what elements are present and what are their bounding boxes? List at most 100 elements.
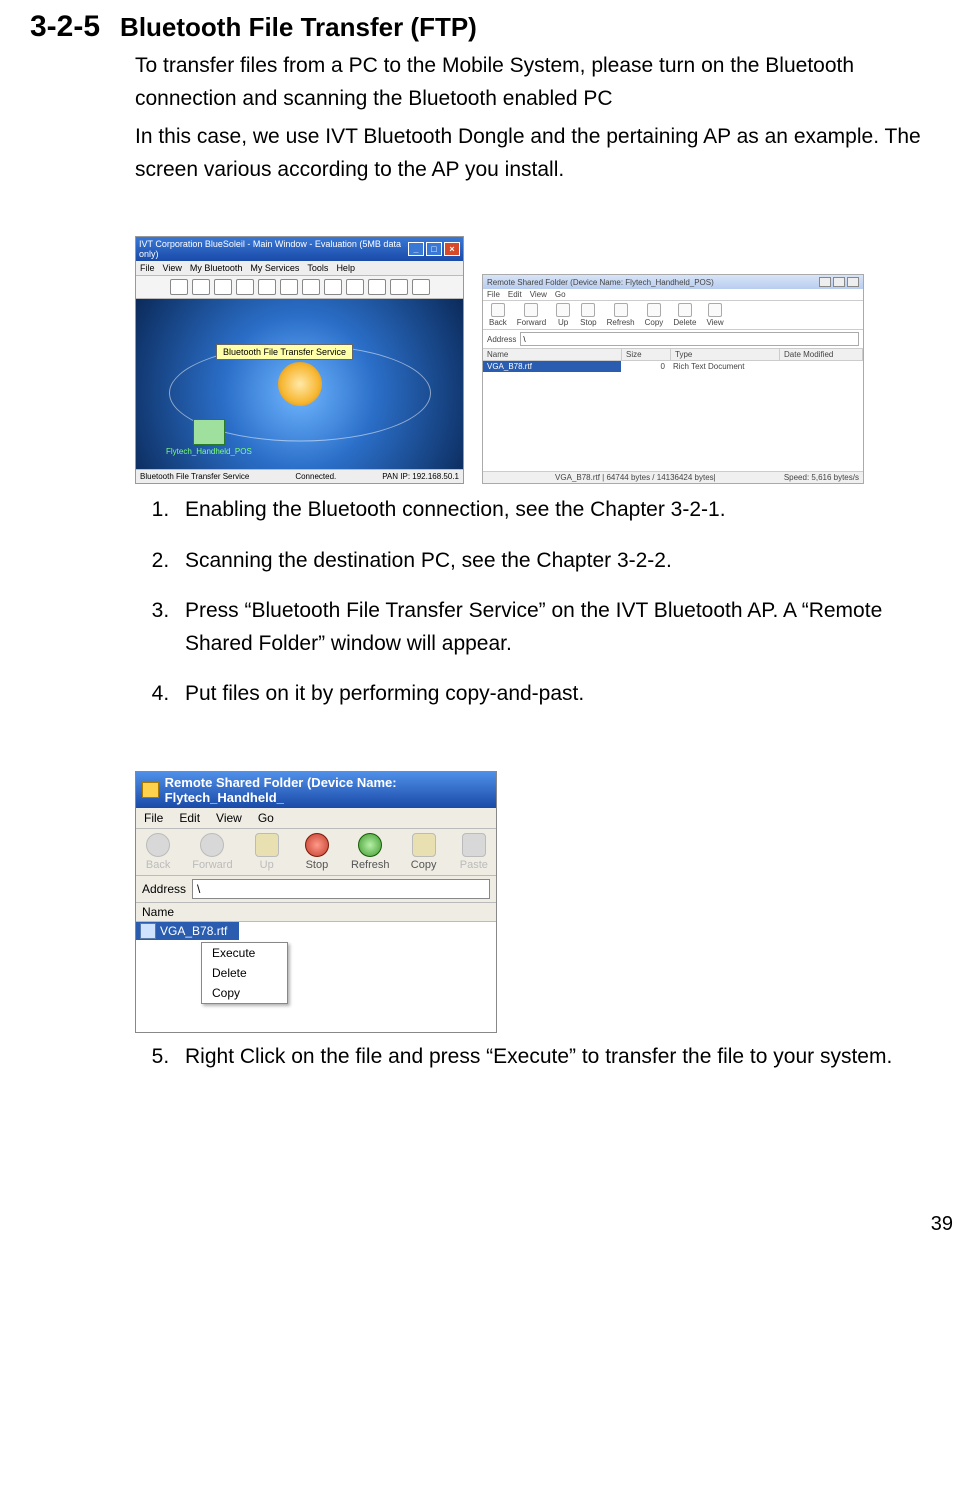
tb-copy[interactable]: Copy [408, 833, 440, 871]
fig1-statusbar: Bluetooth File Transfer Service Connecte… [136, 469, 463, 483]
tb-copy[interactable]: Copy [645, 303, 664, 327]
fig3-addressbar: Address [136, 876, 496, 903]
tb-view[interactable]: View [706, 303, 723, 327]
fig3-title: Remote Shared Folder (Device Name: Flyte… [165, 775, 490, 805]
device-node[interactable]: Flytech_Handheld_POS [166, 419, 252, 456]
service-icon[interactable] [214, 279, 232, 295]
tb-stop[interactable]: Stop [580, 303, 596, 327]
menu-go[interactable]: Go [555, 290, 566, 299]
tb-back[interactable]: Back [489, 303, 507, 327]
status-mid: VGA_B78.rtf | 64744 bytes / 14136424 byt… [555, 473, 716, 482]
steps-list-b: Right Click on the file and press “Execu… [135, 1041, 923, 1074]
menu-edit[interactable]: Edit [508, 290, 522, 299]
menu-file[interactable]: File [140, 263, 155, 273]
tb-up[interactable]: Up [556, 303, 570, 327]
page-number: 39 [30, 1213, 953, 1236]
menu-view[interactable]: View [530, 290, 547, 299]
address-input[interactable] [192, 879, 490, 899]
table-row[interactable]: VGA_B78.rtf [136, 922, 239, 940]
maximize-icon[interactable] [833, 277, 845, 287]
tooltip-file-transfer: Bluetooth File Transfer Service [216, 344, 353, 360]
status-service: Bluetooth File Transfer Service [140, 472, 249, 481]
steps-list-a: Enabling the Bluetooth connection, see t… [135, 494, 923, 711]
tb-refresh[interactable]: Refresh [351, 833, 390, 871]
tb-forward[interactable]: Forward [517, 303, 546, 327]
menu-go[interactable]: Go [258, 811, 274, 825]
fig1-titlebar: IVT Corporation BlueSoleil - Main Window… [136, 237, 463, 261]
service-icon[interactable] [302, 279, 320, 295]
service-icon[interactable] [412, 279, 430, 295]
cell-type: Rich Text Document [669, 361, 777, 372]
menu-file[interactable]: File [144, 811, 163, 825]
list-item: Put files on it by performing copy-and-p… [175, 678, 923, 711]
central-device-icon[interactable] [278, 362, 322, 406]
service-icon[interactable] [236, 279, 254, 295]
tb-stop[interactable]: Stop [301, 833, 333, 871]
service-icon[interactable] [324, 279, 342, 295]
close-icon[interactable]: × [444, 242, 460, 256]
col-name[interactable]: Name [136, 903, 496, 922]
col-name[interactable]: Name [483, 349, 622, 360]
menu-view[interactable]: View [163, 263, 182, 273]
tb-forward: Forward [192, 833, 232, 871]
menu-my-services[interactable]: My Services [250, 263, 299, 273]
tb-delete[interactable]: Delete [673, 303, 696, 327]
minimize-icon[interactable]: _ [408, 242, 424, 256]
fig2-toolbar: Back Forward Up Stop Refresh Copy Delete… [483, 301, 863, 330]
fig1-window-buttons: _ □ × [408, 242, 460, 256]
service-icon[interactable] [346, 279, 364, 295]
service-icon[interactable] [368, 279, 386, 295]
tb-refresh[interactable]: Refresh [607, 303, 635, 327]
menu-help[interactable]: Help [336, 263, 355, 273]
col-date[interactable]: Date Modified [780, 349, 863, 360]
status-connected: Connected. [295, 472, 336, 481]
context-delete[interactable]: Delete [202, 963, 287, 983]
address-label: Address [487, 335, 516, 344]
tb-label: Refresh [351, 859, 390, 871]
device-label: Flytech_Handheld_POS [166, 447, 252, 456]
fig1-toolbar [136, 276, 463, 299]
fig3-menubar: File Edit View Go [136, 808, 496, 829]
fig2-addressbar: Address [483, 330, 863, 349]
fig1-canvas: Bluetooth File Transfer Service Flytech_… [136, 299, 463, 469]
col-size[interactable]: Size [622, 349, 671, 360]
menu-edit[interactable]: Edit [179, 811, 200, 825]
menu-view[interactable]: View [216, 811, 242, 825]
stop-icon [305, 833, 329, 857]
tb-label: Up [260, 859, 274, 871]
cell-name: VGA_B78.rtf [160, 924, 227, 938]
fig3-toolbar: Back Forward Up Stop Refresh Copy Paste [136, 829, 496, 876]
fig2-file-list: VGA_B78.rtf 0 Rich Text Document [483, 361, 863, 471]
tb-label: Back [146, 859, 170, 871]
service-icon[interactable] [280, 279, 298, 295]
fig1-menubar: File View My Bluetooth My Services Tools… [136, 261, 463, 276]
col-type[interactable]: Type [671, 349, 780, 360]
forward-icon [200, 833, 224, 857]
section-number: 3-2-5 [30, 10, 100, 44]
context-copy[interactable]: Copy [202, 983, 287, 1003]
tb-back: Back [142, 833, 174, 871]
minimize-icon[interactable] [819, 277, 831, 287]
menu-tools[interactable]: Tools [307, 263, 328, 273]
refresh-icon [358, 833, 382, 857]
file-icon [140, 923, 156, 939]
table-row[interactable]: VGA_B78.rtf 0 Rich Text Document [483, 361, 863, 372]
context-execute[interactable]: Execute [202, 943, 287, 963]
list-item: Enabling the Bluetooth connection, see t… [175, 494, 923, 527]
fig2-statusbar: VGA_B78.rtf | 64744 bytes / 14136424 byt… [483, 471, 863, 483]
service-icon[interactable] [192, 279, 210, 295]
menu-my-bluetooth[interactable]: My Bluetooth [190, 263, 243, 273]
cell-size: 0 [621, 361, 669, 372]
close-icon[interactable] [847, 277, 859, 287]
address-input[interactable] [520, 332, 859, 346]
service-icon[interactable] [170, 279, 188, 295]
figures-row: IVT Corporation BlueSoleil - Main Window… [135, 236, 923, 484]
service-icon[interactable] [258, 279, 276, 295]
menu-file[interactable]: File [487, 290, 500, 299]
service-icon[interactable] [390, 279, 408, 295]
list-item: Right Click on the file and press “Execu… [175, 1041, 923, 1074]
maximize-icon[interactable]: □ [426, 242, 442, 256]
fig2-title: Remote Shared Folder (Device Name: Flyte… [487, 278, 714, 287]
tb-paste: Paste [458, 833, 490, 871]
list-item: Press “Bluetooth File Transfer Service” … [175, 595, 923, 660]
